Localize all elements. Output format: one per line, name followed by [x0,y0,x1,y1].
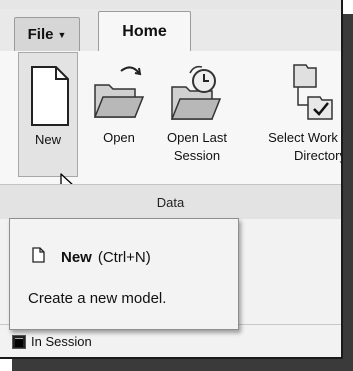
application-window: File ▼ Home New Open Open Last Session S… [0,0,343,359]
session-status[interactable]: In Session [12,334,92,349]
session-window-icon [12,334,26,349]
open-last-session-line2: Session [173,148,221,163]
select-working-directory-line2: Directory [293,148,343,163]
tab-home[interactable]: Home [98,11,191,52]
open-last-session-icon [162,61,232,127]
tooltip-header: New (Ctrl+N) [32,247,151,267]
new-button[interactable]: New [18,52,78,177]
open-button-label: Open [103,130,135,145]
new-button-label: New [34,132,61,147]
file-menu-tab[interactable]: File ▼ [14,17,80,51]
chevron-down-icon: ▼ [57,29,67,40]
open-last-session-button[interactable]: Open Last Session [150,51,244,181]
ribbon-panel: New Open Open Last Session Select Work D… [0,51,343,196]
open-folder-icon [89,61,149,127]
new-button-tooltip: New (Ctrl+N) Create a new model. [9,218,239,330]
home-tab-label: Home [122,23,167,40]
ribbon-tab-bar: File ▼ Home [0,9,341,52]
open-button[interactable]: Open [88,51,150,181]
window-frame [0,0,341,9]
tooltip-shortcut: (Ctrl+N) [97,248,151,266]
open-last-session-line1: Open Last [167,130,227,145]
file-tab-label: File [27,26,54,43]
session-status-label: In Session [31,334,92,349]
new-document-icon [32,247,45,267]
ribbon-group-label: Data [0,184,341,221]
new-document-icon [18,63,78,129]
select-working-directory-icon [268,61,338,127]
select-working-directory-button[interactable]: Select Work Directory [248,51,343,181]
tooltip-description: Create a new model. [28,290,167,307]
select-working-directory-line1: Select Work [268,130,338,145]
tooltip-title: New [61,248,92,266]
